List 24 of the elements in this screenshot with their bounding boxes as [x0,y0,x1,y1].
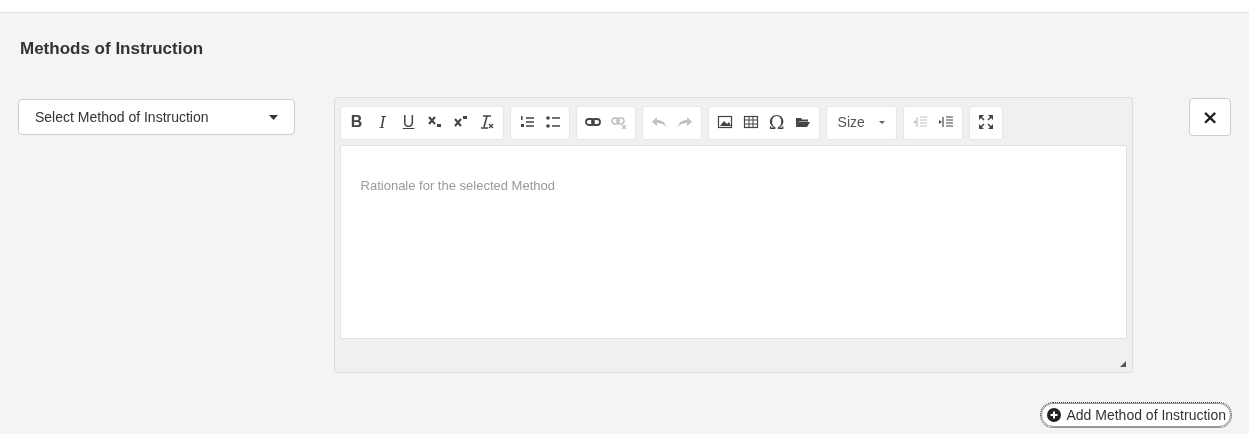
format-button[interactable]: Ω [763,107,790,137]
maximize-icon [977,114,994,130]
bulleted-icon [544,114,561,130]
caret-icon [268,114,278,120]
format-button[interactable]: U [395,107,422,137]
clearformat-icon [478,114,495,130]
image-icon [716,114,733,130]
format-button[interactable]: B [343,107,370,137]
resize-handle-icon[interactable] [1120,361,1127,367]
section-title: Methods of Instruction [20,39,205,59]
caret-icon [878,120,885,124]
add-method-button[interactable]: Add Method of Instruction [1041,403,1231,427]
placeholder-text: Rationale for the selected Method [360,178,555,193]
format-button[interactable]: I [369,107,396,137]
table-icon [742,114,759,130]
method-select[interactable]: Select Method of Instruction [18,99,295,135]
subscript-icon [426,114,443,130]
numbered-icon [518,114,535,130]
unlink-icon [610,114,627,130]
plus-circle-icon [1047,408,1062,422]
indent-icon [937,114,954,130]
outdent-icon [911,114,928,130]
size-dropdown[interactable]: Size [829,107,893,137]
remove-button[interactable]: × [1189,98,1231,136]
